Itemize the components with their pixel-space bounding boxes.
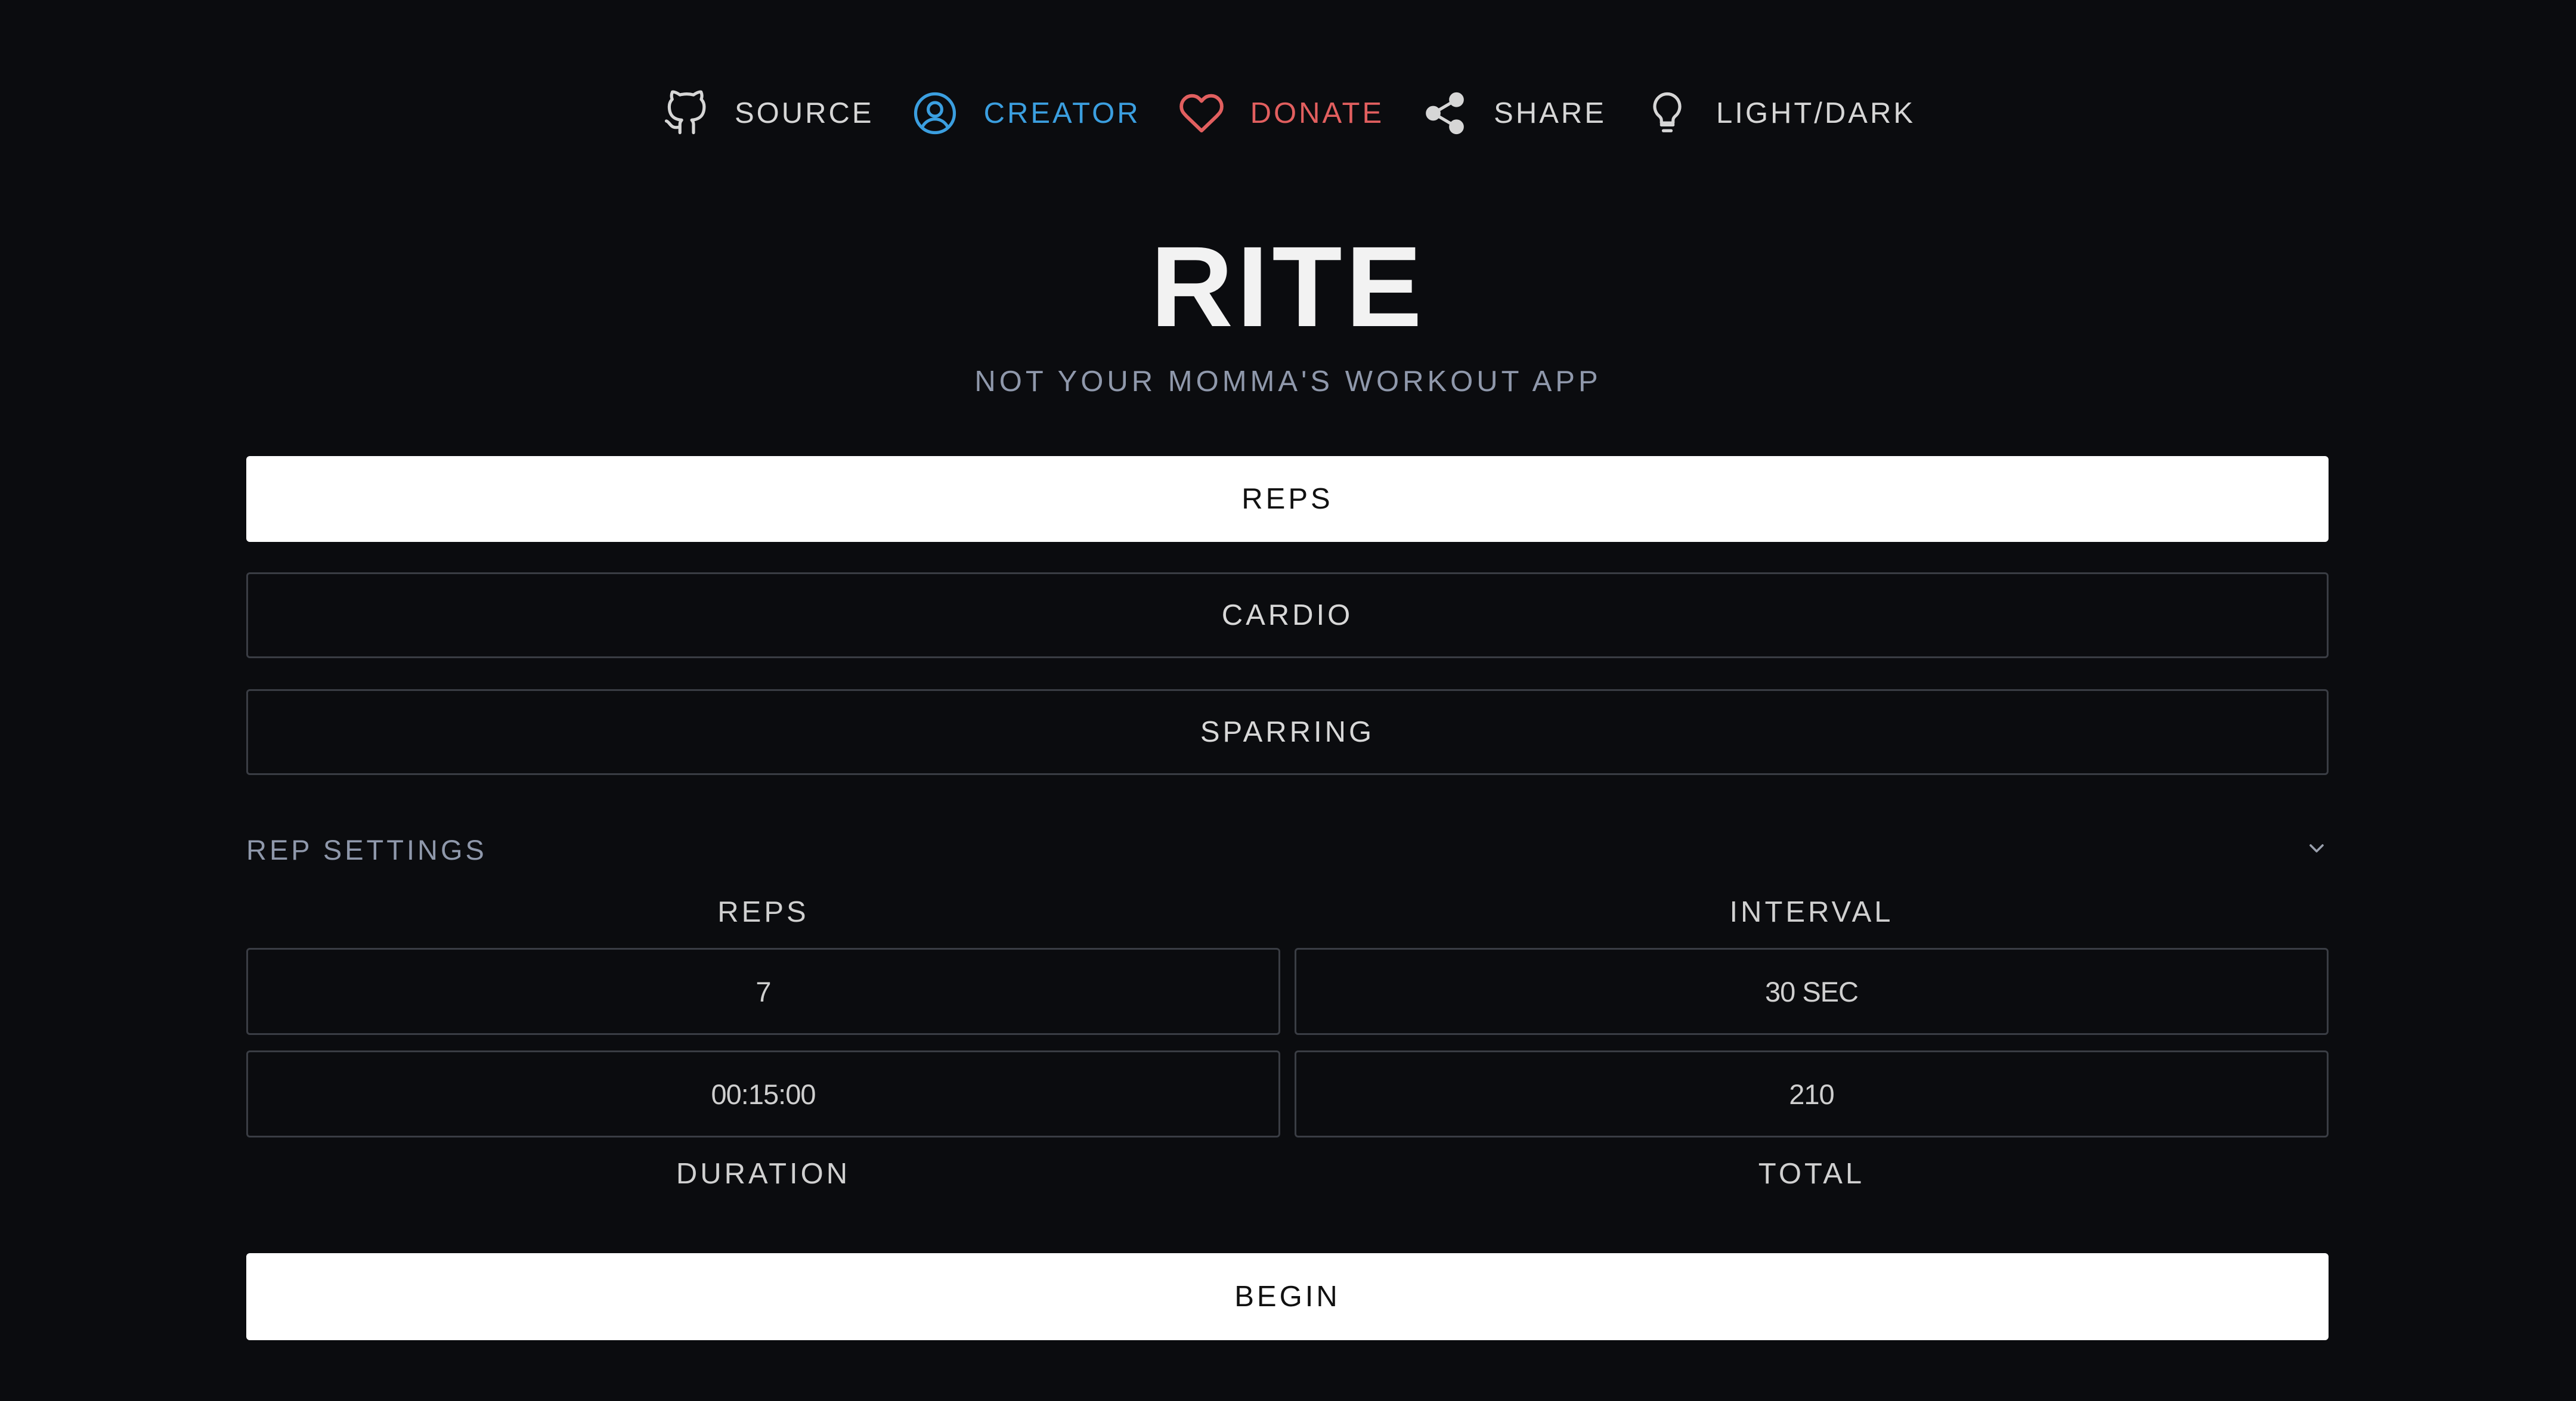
chevron-down-icon (2305, 836, 2329, 863)
lightbulb-icon (1642, 88, 1692, 138)
nav-creator-link[interactable]: CREATOR (910, 88, 1141, 138)
mode-reps-button[interactable]: REPS (246, 456, 2329, 542)
interval-input[interactable]: 30 SEC (1295, 948, 2329, 1035)
nav-share-link[interactable]: SHARE (1420, 88, 1606, 138)
rep-settings-title: REP SETTINGS (246, 833, 487, 866)
interval-field-label: INTERVAL (1729, 896, 1894, 928)
total-field-label: TOTAL (1758, 1158, 1865, 1190)
rep-settings-toggle[interactable]: REP SETTINGS (246, 829, 2329, 870)
total-value: 210 (1295, 1050, 2329, 1137)
duration-field-label: DURATION (676, 1158, 851, 1190)
reps-input[interactable]: 7 (246, 948, 1280, 1035)
github-icon (661, 88, 711, 138)
nav-share-label: SHARE (1494, 97, 1606, 129)
nav-theme-label: LIGHT/DARK (1716, 97, 1916, 129)
reps-field-label: REPS (717, 896, 809, 928)
user-circle-icon (910, 88, 960, 138)
begin-button[interactable]: BEGIN (246, 1253, 2329, 1340)
share-icon (1420, 88, 1470, 138)
nav-source-label: SOURCE (734, 97, 874, 129)
duration-value: 00:15:00 (246, 1050, 1280, 1137)
app-title: RITE (1150, 222, 1426, 351)
nav-donate-link[interactable]: DONATE (1176, 88, 1385, 138)
mode-sparring-button[interactable]: SPARRING (246, 689, 2329, 775)
nav-theme-toggle[interactable]: LIGHT/DARK (1642, 88, 1915, 138)
heart-icon (1176, 88, 1227, 138)
nav-source-link[interactable]: SOURCE (661, 88, 874, 138)
top-nav: SOURCE CREATOR DONATE SHARE LIGHT/DARK (0, 83, 2576, 143)
app-page: SOURCE CREATOR DONATE SHARE LIGHT/DARK R… (0, 0, 2576, 1401)
nav-donate-label: DONATE (1250, 97, 1385, 129)
nav-creator-label: CREATOR (983, 97, 1141, 129)
mode-cardio-button[interactable]: CARDIO (246, 572, 2329, 658)
app-subtitle: NOT YOUR MOMMA'S WORKOUT APP (974, 365, 1602, 398)
